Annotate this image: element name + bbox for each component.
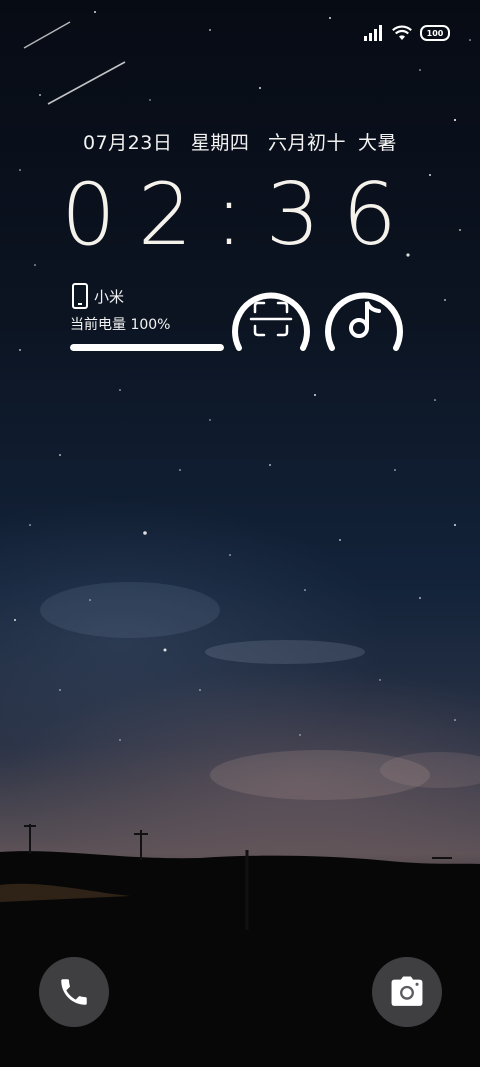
battery-progress-bar [70,344,224,351]
scan-shortcut-button[interactable] [229,282,313,358]
date-line: 07月23日 星期四 六月初十 大暑 [0,128,480,155]
solar-term-text: 大暑 [357,132,397,154]
date-text: 07月23日 [83,132,173,154]
camera-button[interactable] [372,957,442,1027]
lock-screen-clock: 02:36 [61,165,419,265]
device-row: 小米 [70,282,230,310]
phone-device-icon [72,283,88,309]
weekday-text: 星期四 [190,132,250,154]
battery-indicator: 100 [420,25,450,41]
phone-icon [61,979,87,1005]
battery-progress-fill [70,344,224,351]
status-bar: 100 [364,22,450,44]
camera-icon [391,976,423,1006]
tiktok-shortcut-button[interactable] [322,282,406,358]
wifi-icon [392,25,412,40]
phone-button[interactable] [39,957,109,1027]
device-name: 小米 [94,287,125,306]
signal-bars-icon [364,25,382,41]
lunar-date-text: 六月初十 [267,132,346,154]
battery-percentage-label: 当前电量 100% [70,317,171,333]
scan-icon [232,292,310,351]
battery-widget[interactable]: 小米 当前电量 100% [70,282,230,351]
tiktok-icon [325,292,403,351]
lock-screen: 100 07月23日 星期四 六月初十 大暑 02:36 小米 当前电量 100% [0,0,480,1067]
landscape-silhouette [0,824,480,1067]
battery-level-text: 100 [426,28,444,38]
